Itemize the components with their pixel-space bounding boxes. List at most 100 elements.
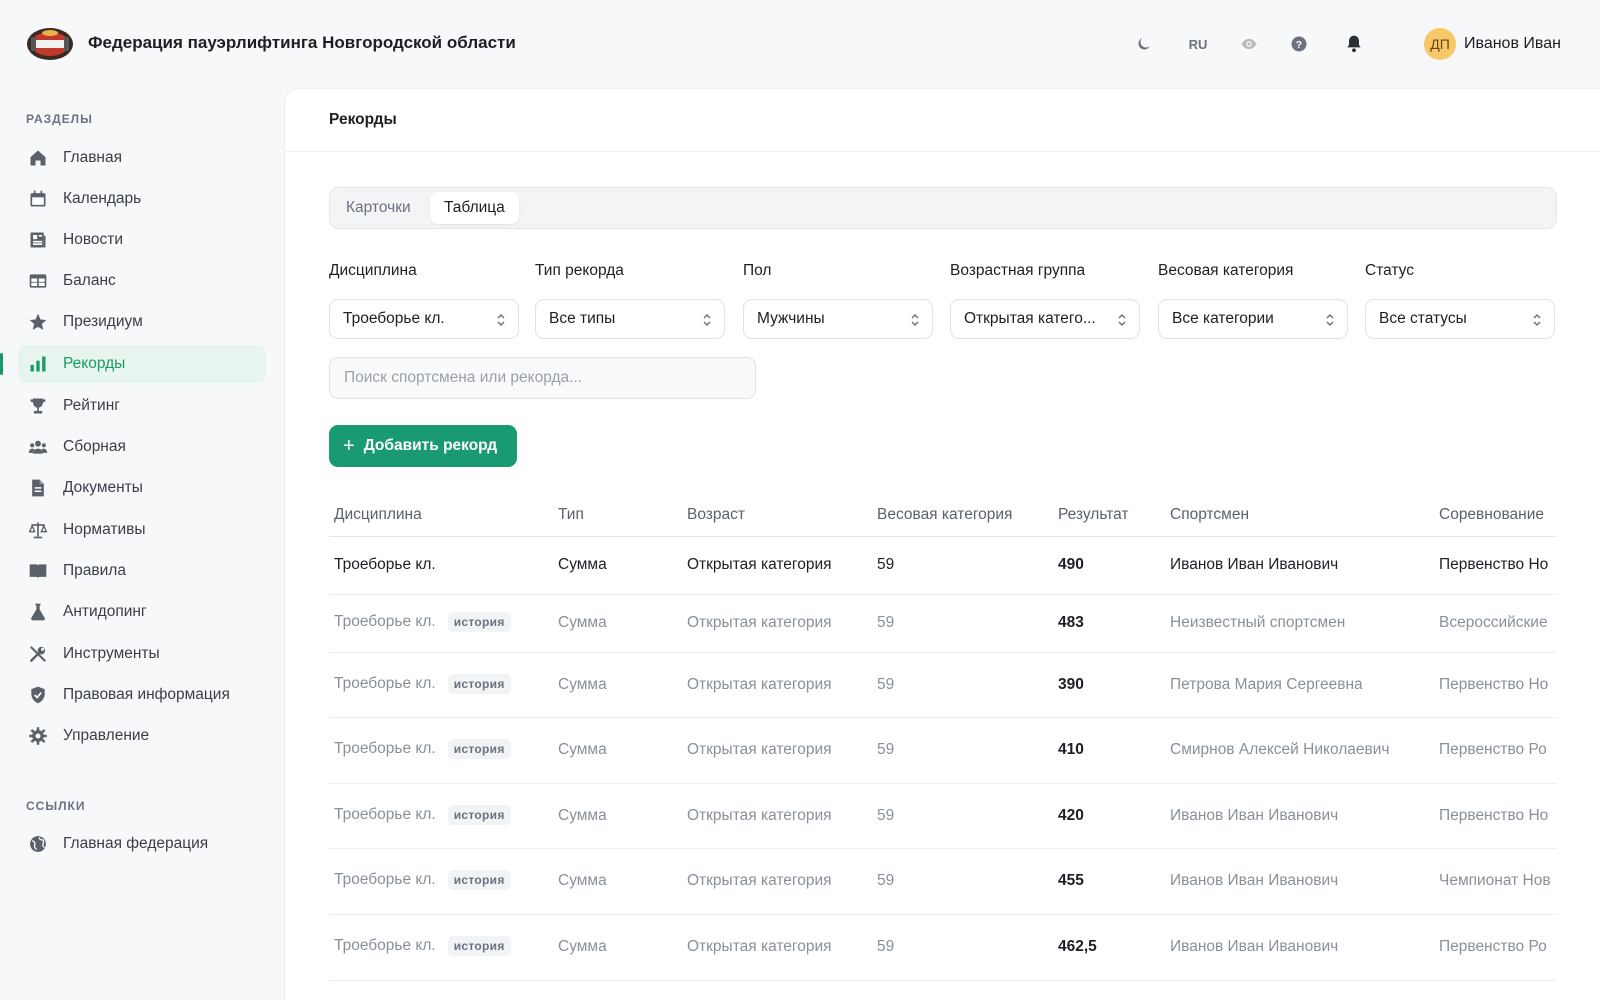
- sidebar-item-label: Баланс: [63, 272, 116, 289]
- cell-text: 59: [877, 741, 895, 758]
- sidebar-item-documents[interactable]: Документы: [18, 469, 266, 507]
- page-title: Рекорды: [329, 111, 397, 128]
- cell-text: Троеборье кл.: [334, 740, 436, 757]
- cell-age: Открытая категория: [687, 938, 832, 956]
- column-header-athlete[interactable]: Спортсмен: [1170, 506, 1249, 524]
- cell-text: Сумма: [558, 614, 607, 631]
- cell-result: 462,5: [1058, 938, 1097, 956]
- sidebar-links-title: ССЫЛКИ: [26, 799, 86, 813]
- scales-icon: [27, 519, 49, 541]
- sidebar-item-balance[interactable]: Баланс: [18, 262, 266, 300]
- sidebar-link-main-federation[interactable]: Главная федерация: [18, 825, 266, 863]
- document-icon: [27, 477, 49, 499]
- select-value: Все типы: [549, 310, 616, 327]
- sidebar-item-management[interactable]: Управление: [18, 717, 266, 755]
- status-select[interactable]: Все статусы: [1365, 299, 1555, 339]
- select-value: Все категории: [1172, 310, 1274, 327]
- cell-text: Троеборье кл.: [334, 613, 436, 630]
- users-icon: [27, 436, 49, 458]
- home-icon: [27, 147, 49, 169]
- cell-text: 59: [877, 614, 895, 631]
- cell-text: Открытая категория: [687, 938, 832, 955]
- sidebar-item-antidoping[interactable]: Антидопинг: [18, 593, 266, 631]
- sidebar-item-label: Рекорды: [63, 355, 126, 372]
- table-row[interactable]: Троеборье кл. история Сумма Открытая катего…: [329, 915, 1557, 981]
- column-header-age[interactable]: Возраст: [687, 506, 745, 524]
- sidebar-item-news[interactable]: Новости: [18, 221, 266, 259]
- help-icon[interactable]: ?: [1285, 30, 1313, 58]
- avatar[interactable]: ДП: [1424, 28, 1456, 60]
- cell-text: 455: [1058, 872, 1084, 889]
- cell-text: Иванов Иван Иванович: [1170, 806, 1339, 824]
- cell-text: Сумма: [558, 872, 607, 889]
- sidebar-item-tools[interactable]: Инструменты: [18, 635, 266, 673]
- sidebar-item-label: Правила: [63, 562, 126, 579]
- shield-icon: [27, 684, 49, 706]
- select-value: Все статусы: [1379, 310, 1467, 327]
- cell-text: Смирнов Алексей Николаевич: [1170, 741, 1390, 758]
- main-panel: Рекорды Карточки Таблица Дисциплина Тип …: [284, 88, 1600, 1000]
- add-record-button[interactable]: + Добавить рекорд: [329, 425, 517, 467]
- age-group-select[interactable]: Открытая катего...: [950, 299, 1140, 339]
- table-row[interactable]: Троеборье кл. история Сумма Открытая катего…: [329, 718, 1557, 784]
- sidebar-item-rules[interactable]: Правила: [18, 552, 266, 590]
- bell-icon[interactable]: [1340, 30, 1368, 58]
- history-badge: история: [447, 673, 511, 694]
- sidebar-item-rating[interactable]: Рейтинг: [18, 387, 266, 425]
- federation-logo[interactable]: [25, 24, 75, 64]
- filter-label-discipline: Дисциплина: [329, 262, 417, 279]
- cell-discipline: Троеборье кл.: [334, 556, 436, 574]
- table-row[interactable]: Троеборье кл. Сумма Открытая категория 59 49…: [329, 537, 1557, 595]
- filter-label-gender: Пол: [743, 262, 772, 279]
- cell-result: 490: [1058, 556, 1084, 574]
- chevron-updown-icon: [703, 313, 711, 327]
- cell-text: Сумма: [558, 938, 607, 955]
- sidebar-item-legal[interactable]: Правовая информация: [18, 676, 266, 714]
- history-badge: история: [447, 612, 511, 632]
- user-name[interactable]: Иванов Иван: [1464, 35, 1561, 53]
- tab-cards[interactable]: Карточки: [332, 192, 425, 224]
- sidebar-item-label: Рейтинг: [63, 397, 120, 414]
- column-header-result[interactable]: Результат: [1058, 506, 1129, 524]
- chevron-updown-icon: [1326, 313, 1334, 327]
- cell-text: Открытая категория: [687, 556, 832, 573]
- eye-icon[interactable]: [1235, 30, 1263, 58]
- cell-text: Первенство Но: [1439, 675, 1549, 693]
- table-row[interactable]: Троеборье кл. история Сумма Открытая катего…: [329, 595, 1557, 653]
- cell-text: 420: [1058, 806, 1084, 824]
- cell-text: Сумма: [558, 675, 607, 693]
- table-row[interactable]: Троеборье кл. история Сумма Открытая катего…: [329, 653, 1557, 718]
- sidebar-item-label: Сборная: [63, 438, 126, 455]
- moon-icon[interactable]: [1130, 30, 1158, 58]
- cell-text: 483: [1058, 614, 1084, 631]
- sidebar-item-calendar[interactable]: Календарь: [18, 180, 266, 218]
- sidebar-item-standards[interactable]: Нормативы: [18, 511, 266, 549]
- column-header-discipline[interactable]: Дисциплина: [334, 506, 422, 524]
- gender-select[interactable]: Мужчины: [743, 299, 933, 339]
- sidebar-item-team[interactable]: Сборная: [18, 428, 266, 466]
- record-type-select[interactable]: Все типы: [535, 299, 725, 339]
- sidebar-item-presidium[interactable]: Президиум: [18, 303, 266, 341]
- cell-text: Иванов Иван Иванович: [1170, 556, 1339, 573]
- column-header-weight[interactable]: Весовая категория: [877, 506, 1012, 524]
- cell-text: 59: [877, 556, 895, 573]
- discipline-select[interactable]: Троеборье кл.: [329, 299, 519, 339]
- table-row[interactable]: Троеборье кл. история Сумма Открытая катего…: [329, 849, 1557, 915]
- cell-text: Иванов Иван Иванович: [1170, 872, 1339, 889]
- sidebar-item-home[interactable]: Главная: [18, 139, 266, 177]
- search-input[interactable]: [329, 357, 756, 399]
- language-switcher[interactable]: RU: [1180, 30, 1216, 58]
- cell-weight: 59: [877, 938, 894, 956]
- weight-class-select[interactable]: Все категории: [1158, 299, 1348, 339]
- sidebar-item-label: Главная: [63, 149, 122, 166]
- cell-competition: Всероссийские: [1439, 614, 1557, 632]
- svg-text:?: ?: [1296, 39, 1302, 51]
- column-header-type[interactable]: Тип: [558, 506, 584, 524]
- tab-table[interactable]: Таблица: [430, 192, 519, 224]
- cell-text: Чемпионат Нов: [1439, 872, 1551, 889]
- gear-icon: [27, 725, 49, 747]
- column-header-competition[interactable]: Соревнование: [1439, 506, 1544, 524]
- sidebar-item-records[interactable]: Рекорды: [0, 345, 266, 383]
- cell-text: Открытая категория: [687, 614, 832, 631]
- table-row[interactable]: Троеборье кл. история Сумма Открытая катего…: [329, 784, 1557, 849]
